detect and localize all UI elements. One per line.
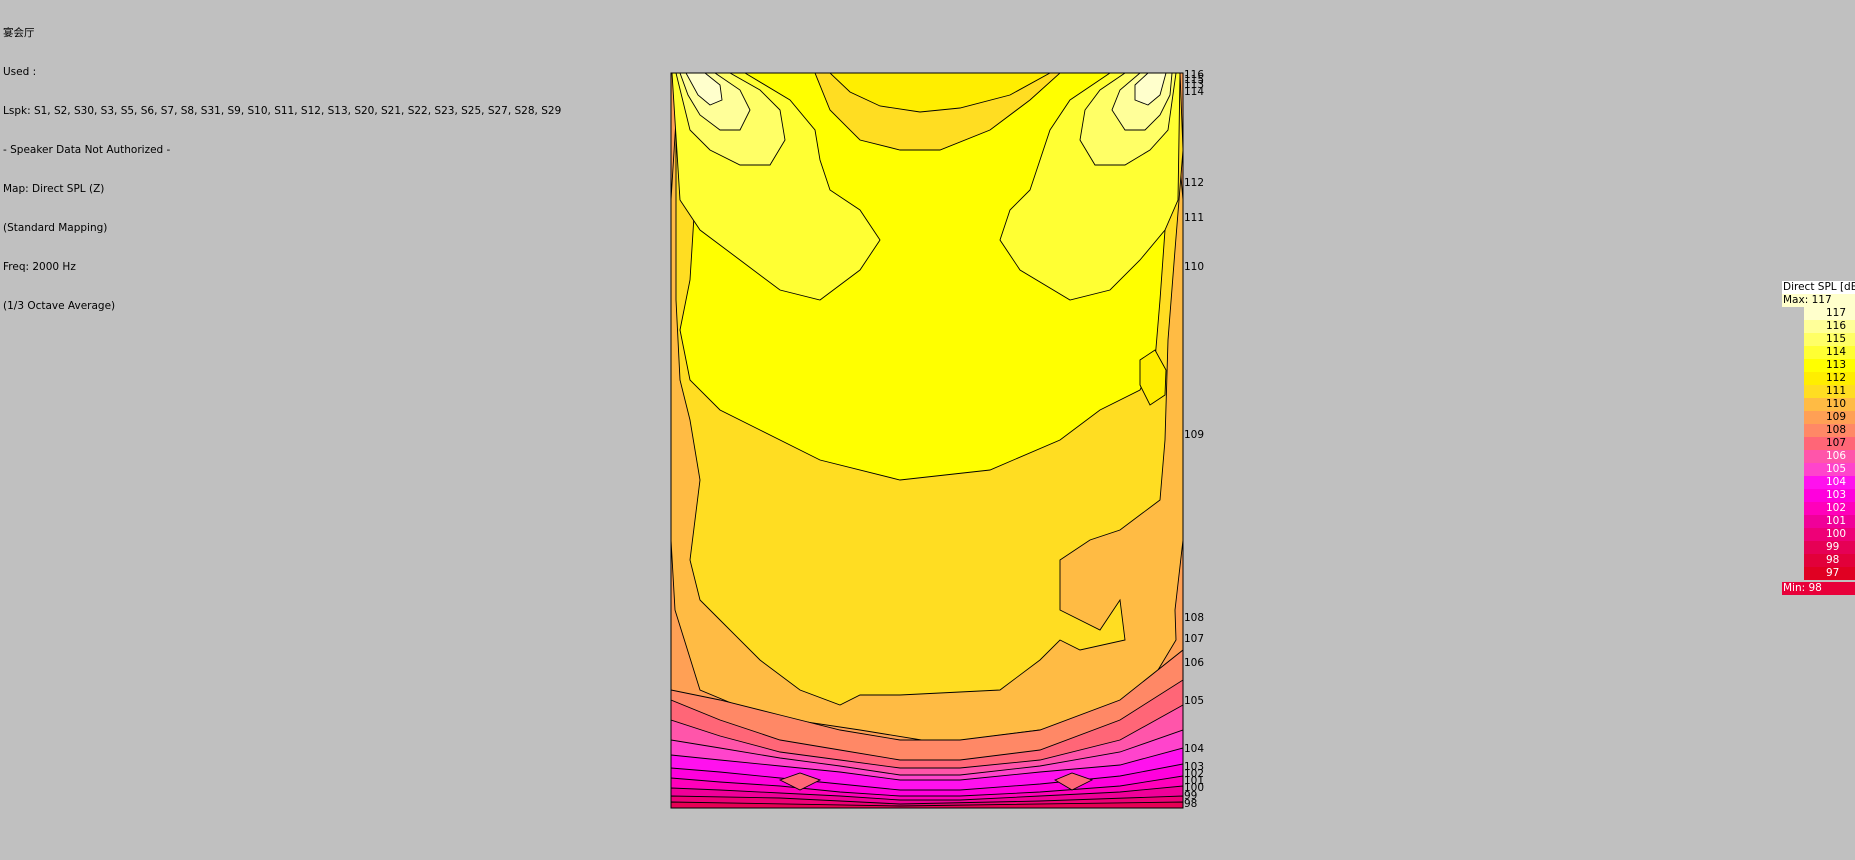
legend-swatch-117: 117 bbox=[1804, 307, 1855, 320]
legend-value: 110 bbox=[1826, 398, 1847, 410]
legend-value: 98 bbox=[1826, 554, 1840, 566]
legend-title: Direct SPL [dB] bbox=[1782, 281, 1855, 294]
contour-label-108: 108 bbox=[1184, 612, 1204, 624]
legend-scale: 117 116 115 114 113 112 111 110 109 108 107 106 105 1… bbox=[1804, 307, 1855, 580]
contour-label-107: 107 bbox=[1184, 633, 1204, 645]
legend-swatch-105: 105 bbox=[1804, 463, 1855, 476]
legend-value: 107 bbox=[1826, 437, 1847, 449]
legend-value: 97 bbox=[1826, 567, 1840, 579]
legend-value: 109 bbox=[1826, 411, 1847, 423]
legend-swatch-107: 107 bbox=[1804, 437, 1855, 450]
legend-swatch-97: 97 bbox=[1804, 567, 1855, 580]
legend-value: 99 bbox=[1826, 541, 1840, 553]
contour-label-114: 114 bbox=[1184, 86, 1204, 98]
legend-swatch-112: 112 bbox=[1804, 372, 1855, 385]
legend-min: Min: 98 bbox=[1782, 582, 1855, 595]
legend-swatch-103: 103 bbox=[1804, 489, 1855, 502]
legend-value: 112 bbox=[1826, 372, 1847, 384]
legend-swatch-110: 110 bbox=[1804, 398, 1855, 411]
legend-swatch-102: 102 bbox=[1804, 502, 1855, 515]
contour-label-109: 109 bbox=[1184, 429, 1204, 441]
contour-label-110: 110 bbox=[1184, 261, 1204, 273]
legend-value: 108 bbox=[1826, 424, 1847, 436]
legend-value: 114 bbox=[1826, 346, 1847, 358]
contour-label-106: 106 bbox=[1184, 657, 1204, 669]
contour-label-105: 105 bbox=[1184, 695, 1204, 707]
legend-value: 106 bbox=[1826, 450, 1847, 462]
color-legend: Direct SPL [dB] Max: 117 117 116 115 114 113… bbox=[1782, 281, 1855, 595]
legend-swatch-113: 113 bbox=[1804, 359, 1855, 372]
contour-label-112: 112 bbox=[1184, 177, 1204, 189]
contour-label-111: 111 bbox=[1184, 212, 1204, 224]
contour-labels: 1161151131141121111101091081071061051041… bbox=[1184, 69, 1204, 810]
legend-swatch-116: 116 bbox=[1804, 320, 1855, 333]
contour-label-98: 98 bbox=[1184, 798, 1197, 810]
legend-swatch-100: 100 bbox=[1804, 528, 1855, 541]
legend-swatch-106: 106 bbox=[1804, 450, 1855, 463]
legend-value: 113 bbox=[1826, 359, 1847, 371]
legend-swatch-104: 104 bbox=[1804, 476, 1855, 489]
legend-value: 101 bbox=[1826, 515, 1847, 527]
contour-label-104: 104 bbox=[1184, 743, 1204, 755]
legend-swatch-98: 98 bbox=[1804, 554, 1855, 567]
legend-swatch-111: 111 bbox=[1804, 385, 1855, 398]
legend-swatch-108: 108 bbox=[1804, 424, 1855, 437]
legend-swatch-114: 114 bbox=[1804, 346, 1855, 359]
legend-value: 116 bbox=[1826, 320, 1847, 332]
legend-value: 111 bbox=[1826, 385, 1847, 397]
legend-max: Max: 117 bbox=[1782, 294, 1855, 307]
legend-swatch-101: 101 bbox=[1804, 515, 1855, 528]
legend-value: 104 bbox=[1826, 476, 1847, 488]
legend-swatch-115: 115 bbox=[1804, 333, 1855, 346]
legend-swatch-109: 109 bbox=[1804, 411, 1855, 424]
legend-value: 102 bbox=[1826, 502, 1847, 514]
legend-value: 103 bbox=[1826, 489, 1847, 501]
spl-contour-map: 1161151131141121111101091081071061051041… bbox=[670, 69, 1204, 810]
legend-value: 117 bbox=[1826, 307, 1847, 319]
legend-swatch-99: 99 bbox=[1804, 541, 1855, 554]
legend-value: 115 bbox=[1826, 333, 1847, 345]
legend-value: 100 bbox=[1826, 528, 1847, 540]
legend-value: 105 bbox=[1826, 463, 1847, 475]
